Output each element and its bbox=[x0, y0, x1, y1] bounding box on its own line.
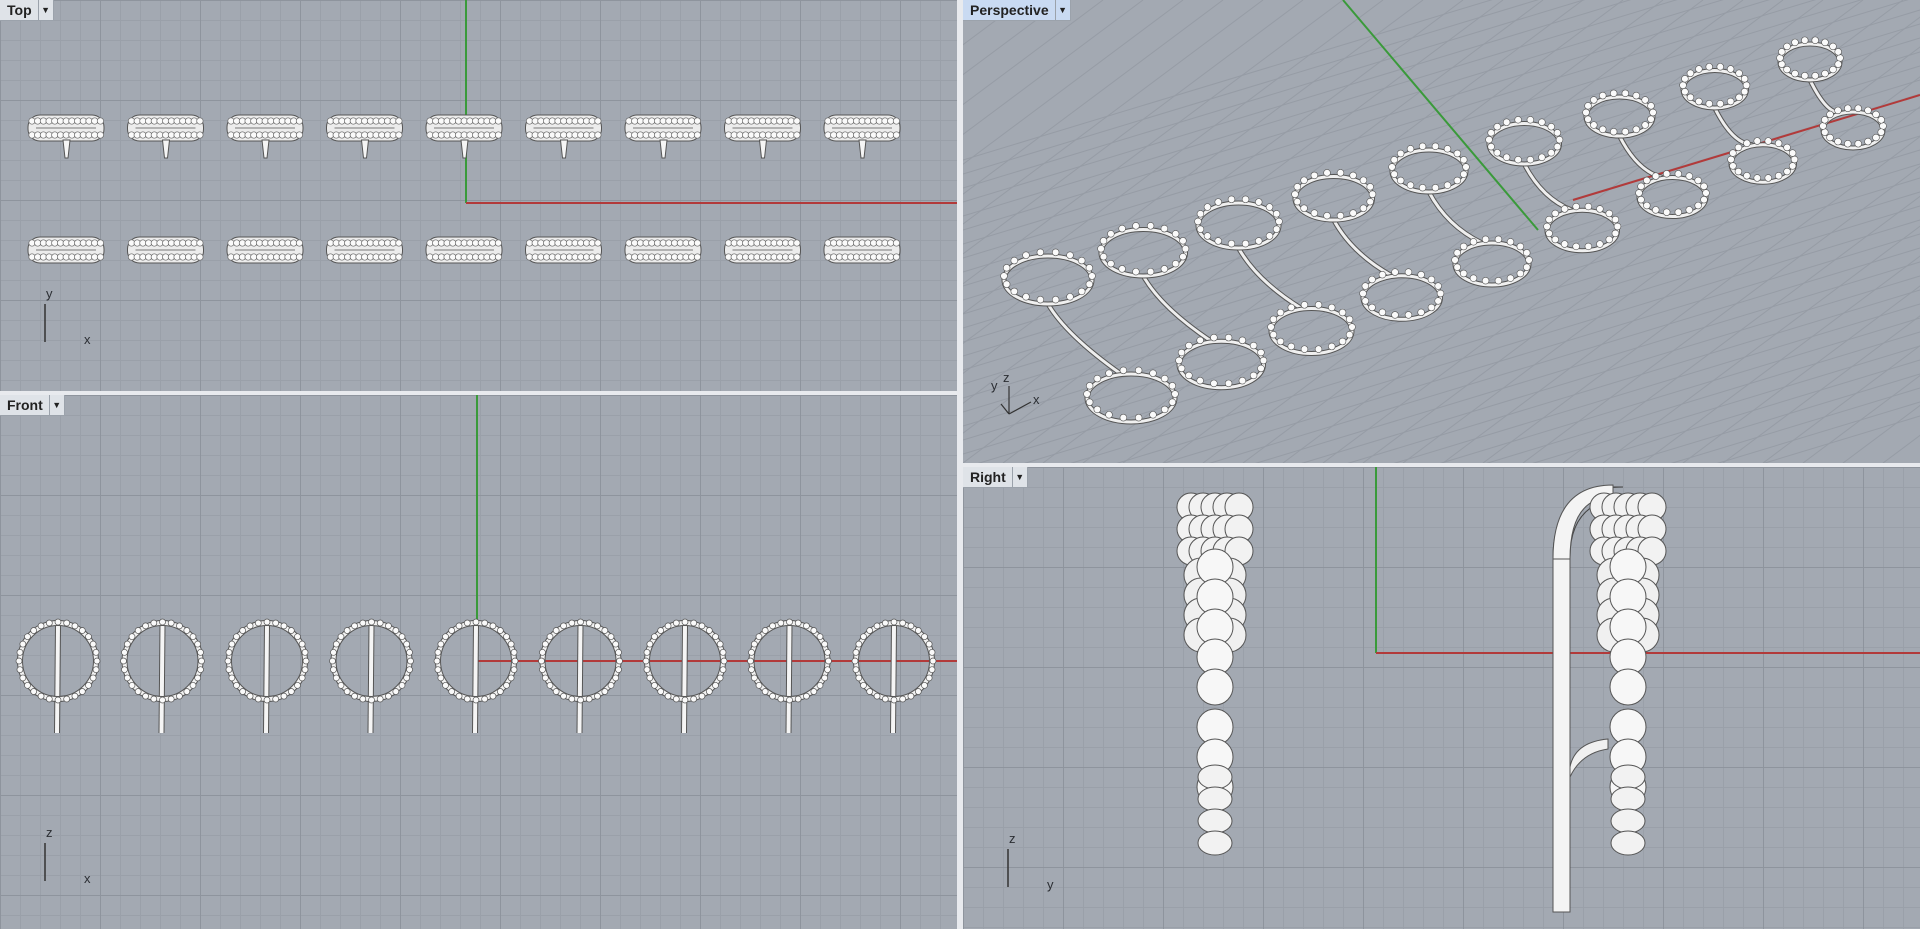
ring-top-view bbox=[624, 236, 702, 264]
viewport-tab-top[interactable]: Top ▼ bbox=[0, 0, 54, 21]
viewport-perspective[interactable]: Perspective ▼ y z x bbox=[963, 0, 1920, 463]
axis-label-z: z bbox=[46, 825, 53, 840]
ring-top-view bbox=[624, 114, 702, 159]
ring-top-view bbox=[326, 114, 403, 159]
triangle-down-icon[interactable]: ▼ bbox=[37, 0, 53, 20]
viewport-title: Perspective bbox=[970, 2, 1049, 18]
axis-label-y: y bbox=[991, 378, 998, 393]
viewport-tab-perspective[interactable]: Perspective ▼ bbox=[963, 0, 1071, 21]
viewport-title: Front bbox=[7, 397, 43, 413]
ring-front-view bbox=[851, 618, 937, 734]
viewport-title: Right bbox=[970, 469, 1006, 485]
right-scene bbox=[1176, 467, 1920, 913]
viewport-divider[interactable] bbox=[963, 463, 1920, 467]
viewport-front[interactable]: Front ▼ z x bbox=[0, 395, 957, 929]
triangle-down-icon[interactable]: ▼ bbox=[1054, 0, 1070, 20]
axis-label-x: x bbox=[1033, 392, 1040, 407]
ring-group bbox=[27, 114, 901, 264]
ring-top-view bbox=[226, 114, 304, 159]
ring-front-view bbox=[329, 618, 414, 734]
ring-side-profile bbox=[1589, 492, 1667, 856]
ring-top-view bbox=[425, 114, 503, 159]
ring-shank bbox=[1552, 556, 1571, 913]
ring-front-view bbox=[433, 618, 519, 734]
ring-front-view bbox=[120, 618, 205, 734]
top-scene bbox=[27, 0, 957, 264]
viewport-top[interactable]: Top ▼ y x bbox=[0, 0, 957, 391]
viewport-tab-front[interactable]: Front ▼ bbox=[0, 395, 65, 416]
perspective-grid bbox=[963, 0, 1920, 463]
perspective-scene bbox=[963, 0, 1920, 463]
axis-label-z: z bbox=[1009, 831, 1016, 846]
ring-top-view bbox=[525, 236, 602, 264]
triangle-down-icon[interactable]: ▼ bbox=[1011, 467, 1027, 487]
ring-top-view bbox=[823, 114, 901, 159]
ring-front-view bbox=[224, 618, 310, 734]
axis-label-y: y bbox=[46, 286, 53, 301]
ring-front-view bbox=[15, 618, 101, 734]
ring-group bbox=[15, 618, 937, 734]
ring-branch bbox=[1569, 738, 1609, 778]
ring-top-view bbox=[27, 114, 105, 159]
viewport-divider[interactable] bbox=[0, 391, 957, 395]
ring-front-view bbox=[747, 618, 832, 734]
ring-top-view bbox=[823, 236, 901, 264]
ring-top-view bbox=[226, 236, 304, 264]
ring-top-view bbox=[724, 236, 801, 264]
viewport-tab-right[interactable]: Right ▼ bbox=[963, 467, 1028, 488]
axis-label-y: y bbox=[1047, 877, 1054, 892]
ring-top-view bbox=[326, 236, 403, 264]
axis-label-z: z bbox=[1003, 370, 1010, 385]
ring-side-profile bbox=[1176, 492, 1254, 856]
front-scene bbox=[15, 395, 957, 734]
viewport-title: Top bbox=[7, 2, 32, 18]
triangle-down-icon[interactable]: ▼ bbox=[48, 395, 64, 415]
ring-top-view bbox=[27, 236, 105, 264]
ring-perspective bbox=[1582, 89, 1710, 219]
ring-front-view bbox=[538, 618, 623, 734]
axis-label-x: x bbox=[84, 871, 91, 886]
ring-top-view bbox=[525, 114, 602, 159]
axis-label-x: x bbox=[84, 332, 91, 347]
ring-top-view bbox=[425, 236, 503, 264]
viewport-right[interactable]: Right ▼ z y bbox=[963, 467, 1920, 929]
ring-front-view bbox=[642, 618, 728, 734]
ring-top-view bbox=[127, 236, 204, 264]
ring-top-view bbox=[127, 114, 204, 159]
ring-top-view bbox=[724, 114, 801, 159]
